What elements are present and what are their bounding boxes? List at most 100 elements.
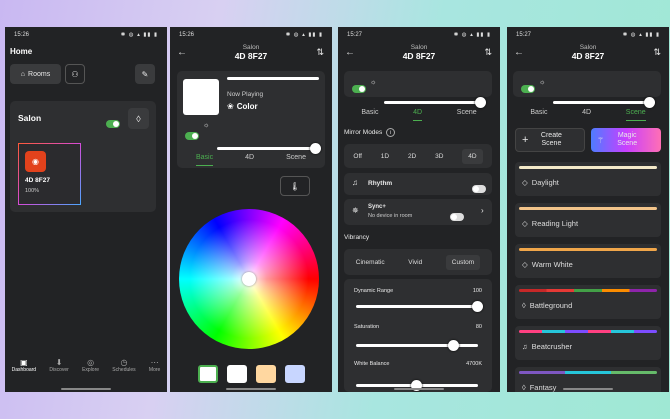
rhythm-toggle[interactable] <box>472 185 486 193</box>
color-swatch[interactable] <box>256 365 276 383</box>
dashboard-screen: 15:26 ✱ ◍ ▴ ▮▮ ▮ Home ⌂ Rooms ⚇ ✎ Salon … <box>5 27 167 392</box>
white-balance-value: 4700K <box>466 361 482 367</box>
mirror-option[interactable]: 2D <box>408 153 416 160</box>
edit-button[interactable]: ✎ <box>135 64 155 84</box>
scene-item[interactable]: ◇ Daylight <box>515 162 661 196</box>
music-note-icon: ♫ <box>352 178 358 187</box>
mirror-modes-label: Mirror Modes i <box>344 128 396 137</box>
scene-icon: ◊ <box>522 301 526 310</box>
scene-label: ◇ Daylight <box>522 178 559 187</box>
color-swatch[interactable] <box>227 365 247 383</box>
fourd-screen: 15:27 ✱ ◍ ▴ ▮▮ ▮ ← Salon 4D 8F27 ⇅ ☼ Bas… <box>338 27 500 392</box>
room-power-toggle[interactable] <box>106 120 120 128</box>
vibrancy-option[interactable]: Custom <box>445 254 481 270</box>
tab-scene[interactable]: Scene <box>286 154 306 166</box>
device-title: 4D 8F27 <box>234 51 268 61</box>
device-tile[interactable]: ◉ 4D 8F27 100% <box>18 143 81 205</box>
nav-more[interactable]: ⋯ More <box>149 358 160 386</box>
room-card[interactable]: Salon ◊ ◉ 4D 8F27 100% <box>10 101 156 212</box>
power-toggle[interactable] <box>352 85 366 93</box>
scene-name: Warm White <box>531 260 573 269</box>
mirror-option[interactable]: 1D <box>381 153 389 160</box>
nav-explore[interactable]: ◎ Explore <box>82 358 99 386</box>
scene-item[interactable]: ◇ Reading Light <box>515 203 661 237</box>
rooms-button[interactable]: ⌂ Rooms <box>10 64 61 84</box>
tab-basic[interactable]: Basic <box>196 154 214 166</box>
rooms-icon: ⌂ <box>20 70 26 78</box>
pencil-icon: ✎ <box>141 69 149 79</box>
now-playing-label: Now Playing <box>227 91 264 98</box>
settings-sliders-icon[interactable]: ⇅ <box>484 47 492 58</box>
tab-4d[interactable]: 4D <box>245 154 254 166</box>
rooms-label: Rooms <box>28 70 51 78</box>
color-swatches <box>198 365 305 383</box>
drop-icon: ◊ <box>136 113 141 124</box>
saturation-slider[interactable] <box>356 340 478 351</box>
saturation-label: Saturation <box>354 324 380 330</box>
vibrancy-option[interactable]: Vivid <box>408 259 422 266</box>
vibrancy-option[interactable]: Cinematic <box>356 259 385 266</box>
scene-label: ◇ Warm White <box>522 260 573 269</box>
bottom-nav: ▣ Dashboard ⬇ Discover ◎ Explore ◷ Schedules… <box>5 358 167 386</box>
tab-scene[interactable]: Scene <box>625 109 646 121</box>
temperature-button[interactable]: 🌡︎ <box>280 176 310 196</box>
color-wheel[interactable] <box>179 209 319 349</box>
brightness-slider[interactable] <box>384 97 486 108</box>
devices-view-button[interactable]: ⚇ <box>65 64 85 84</box>
tab-scene[interactable]: Scene <box>457 109 477 121</box>
nav-dashboard[interactable]: ▣ Dashboard <box>12 358 36 386</box>
mirror-option[interactable]: 3D <box>435 153 443 160</box>
gesture-bar <box>5 387 167 392</box>
scene-icon: ◇ <box>522 219 528 228</box>
settings-sliders-icon[interactable]: ⇅ <box>653 47 661 58</box>
status-bar: 15:26 ✱ ◍ ▴ ▮▮ ▮ <box>5 27 167 43</box>
mode-tabs: Basic 4D Scene <box>344 109 494 121</box>
sync-row[interactable]: ✵ Sync+ No device in room › <box>344 199 492 225</box>
scene-color-bar <box>519 289 657 292</box>
chevron-right-icon[interactable]: › <box>481 206 484 215</box>
clock-icon: ◷ <box>120 358 128 367</box>
info-icon[interactable]: i <box>386 128 396 137</box>
color-picker-handle[interactable] <box>242 272 256 286</box>
top-slider[interactable] <box>227 77 319 80</box>
white-balance-label: White Balance <box>354 361 390 367</box>
sync-toggle[interactable] <box>450 213 464 221</box>
header: Salon 4D 8F27 <box>402 44 436 61</box>
mirror-option[interactable]: Off <box>353 153 362 160</box>
mode-tabs: Basic 4D Scene <box>180 154 322 166</box>
dynamic-range-slider[interactable] <box>356 301 483 312</box>
gesture-bar <box>338 387 500 392</box>
scene-item[interactable]: ◊ Battleground <box>515 285 661 319</box>
tab-basic[interactable]: Basic <box>361 109 378 121</box>
power-toggle[interactable] <box>185 132 199 140</box>
magic-scene-button[interactable]: ⚚ Magic Scene <box>591 128 661 152</box>
tab-4d[interactable]: 4D <box>413 109 423 121</box>
device-name: 4D 8F27 <box>25 177 50 184</box>
palette-icon: ❀ <box>227 102 234 111</box>
status-time: 15:26 <box>14 32 30 38</box>
power-toggle[interactable] <box>521 85 535 93</box>
scene-name: Reading Light <box>531 219 579 228</box>
tab-basic[interactable]: Basic <box>530 109 547 121</box>
brightness-icon: ☼ <box>203 122 210 129</box>
settings-sliders-icon[interactable]: ⇅ <box>316 47 324 58</box>
scene-item[interactable]: ♫ Beatcrusher <box>515 326 661 360</box>
tab-4d[interactable]: 4D <box>582 109 591 121</box>
more-icon: ⋯ <box>150 358 159 367</box>
color-swatch[interactable] <box>285 365 305 383</box>
room-color-button[interactable]: ◊ <box>128 108 149 129</box>
rhythm-label: Rhythm <box>368 180 393 187</box>
brightness-slider[interactable] <box>217 143 321 154</box>
page-title: Home <box>10 47 33 56</box>
mirror-option[interactable]: 4D <box>462 148 483 164</box>
create-scene-button[interactable]: + Create Scene <box>515 128 585 152</box>
status-bar: 15:27 ✱ ◍ ▴ ▮▮ ▮ <box>347 32 491 38</box>
scene-item[interactable]: ◇ Warm White <box>515 244 661 278</box>
nav-discover[interactable]: ⬇ Discover <box>49 358 68 386</box>
sync-subtitle: No device in room <box>368 213 413 219</box>
brightness-slider[interactable] <box>553 97 655 108</box>
nav-schedules[interactable]: ◷ Schedules <box>112 358 135 386</box>
scene-name: Battleground <box>529 301 573 310</box>
color-swatch[interactable] <box>198 365 218 383</box>
scene-name: Beatcrusher <box>531 342 573 351</box>
